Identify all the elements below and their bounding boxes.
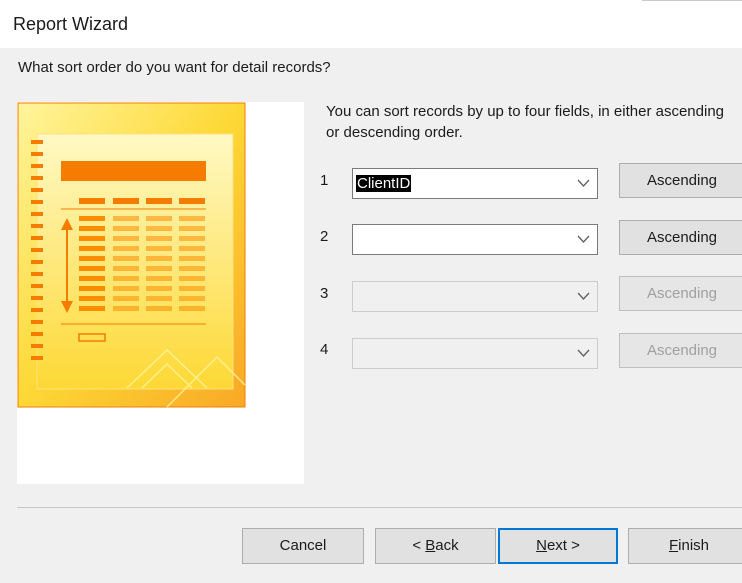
- title-bar-edge: [642, 0, 742, 1]
- chevron-down-icon: [577, 292, 590, 300]
- report-wizard-window: Report Wizard What sort order do you wan…: [0, 0, 742, 583]
- chevron-down-icon: [577, 235, 590, 243]
- sort-field-3-combo: [352, 281, 598, 312]
- sort-description: You can sort records by up to four field…: [326, 103, 725, 141]
- sort-field-1-value[interactable]: ClientID: [356, 175, 412, 192]
- sort-row-number-1: 1: [320, 172, 329, 189]
- window-title: Report Wizard: [13, 14, 129, 34]
- title-bar: Report Wizard: [0, 0, 742, 48]
- sort-order-4-button: Ascending: [619, 333, 742, 368]
- sort-field-1-dropdown-button[interactable]: [570, 169, 597, 198]
- wizard-question: What sort order do you want for detail r…: [18, 59, 331, 76]
- finish-button-label: Finish: [668, 537, 710, 554]
- sort-field-2-dropdown-button[interactable]: [570, 225, 597, 254]
- cancel-button[interactable]: Cancel: [242, 528, 364, 564]
- sort-row-number-3: 3: [320, 285, 329, 302]
- footer-divider: [17, 507, 742, 508]
- sort-field-1-combo[interactable]: ClientID: [352, 168, 598, 199]
- chevron-down-icon: [577, 349, 590, 357]
- sort-order-3-button: Ascending: [619, 276, 742, 311]
- back-button-label: < Back: [412, 537, 459, 554]
- report-preview-illustration: [17, 102, 246, 408]
- sort-field-2-combo[interactable]: [352, 224, 598, 255]
- back-button[interactable]: < Back: [375, 528, 496, 564]
- next-button-label: Next >: [536, 537, 580, 554]
- sort-field-4-combo: [352, 338, 598, 369]
- chevron-down-icon: [577, 179, 590, 187]
- report-preview-panel: [17, 102, 304, 484]
- sort-field-3-dropdown-button: [570, 282, 597, 311]
- finish-button[interactable]: Finish: [628, 528, 742, 564]
- sort-order-1-button[interactable]: Ascending: [619, 163, 742, 198]
- next-button[interactable]: Next >: [498, 528, 618, 564]
- sort-order-2-button[interactable]: Ascending: [619, 220, 742, 255]
- sort-row-number-4: 4: [320, 341, 329, 358]
- sort-row-number-2: 2: [320, 228, 329, 245]
- sort-field-4-dropdown-button: [570, 339, 597, 368]
